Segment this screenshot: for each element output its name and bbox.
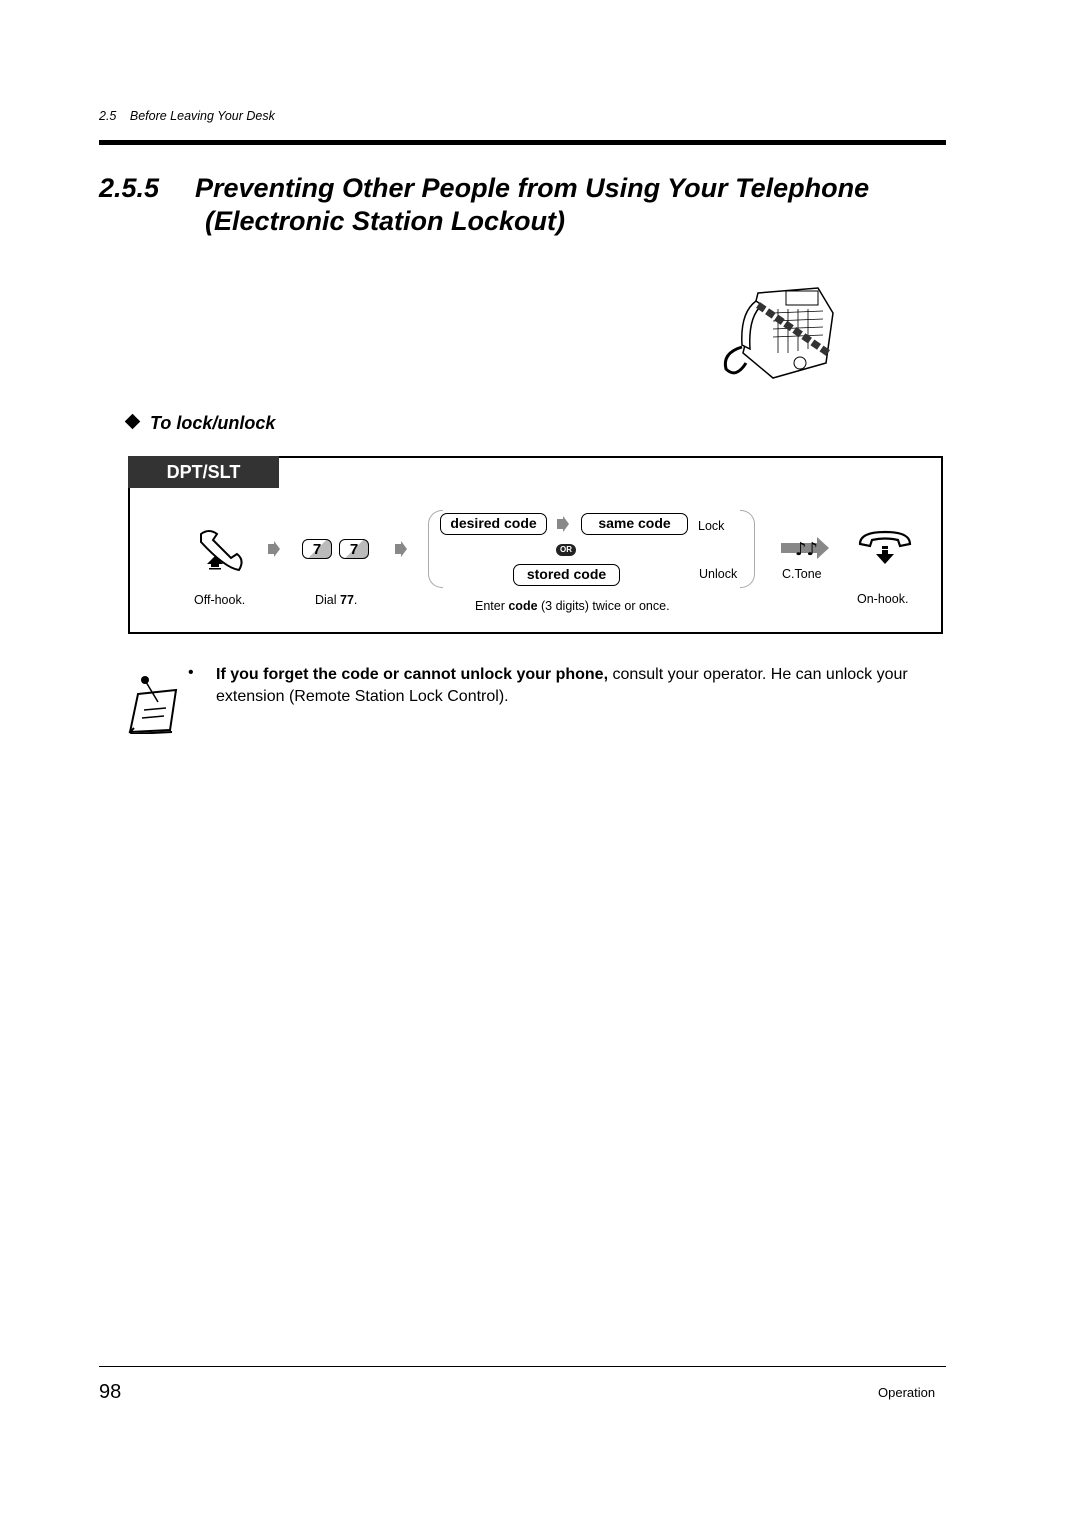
footer-rule [99,1366,946,1367]
step-caption-enter-code: Enter code (3 digits) twice or once. [475,599,670,613]
title-number: 2.5.5 [99,173,160,203]
running-header: 2.5 Before Leaving Your Desk [99,109,275,123]
desired-code-key: desired code [440,513,547,535]
lock-label: Lock [698,519,725,533]
running-header-title: Before Leaving Your Desk [129,109,275,123]
footer-section: Operation [878,1385,936,1400]
same-code-key: same code [581,513,688,535]
c-tone-label: C.Tone [782,567,822,581]
title-line1: Preventing Other People from Using Your … [195,173,870,203]
on-hook-handset-icon [858,530,912,564]
note-text: If you forget the code or cannot unlock … [216,664,936,708]
running-header-number: 2.5 [99,109,117,123]
subheading: To lock/unlock [124,413,276,434]
step-caption-dial: Dial 77. [315,593,358,607]
arrow-right-icon [395,541,407,557]
subheading-text: To lock/unlock [150,413,276,433]
step-caption-on-hook: On-hook. [857,592,909,606]
arrow-right-icon [557,516,569,532]
unlock-label: Unlock [699,567,738,581]
step-caption-off-hook: Off-hook. [194,593,246,607]
note-bullet: • [188,664,194,681]
svg-text:♪♪: ♪♪ [795,539,818,560]
or-badge: OR [556,544,576,556]
header-rule [99,140,946,145]
page-title: 2.5.5 Preventing Other People from Using … [99,172,869,238]
off-hook-handset-icon [200,530,243,572]
locked-telephone-icon [723,287,834,379]
stored-code-key: stored code [513,564,620,586]
dial-key-7: 7 [302,539,332,559]
diamond-bullet-icon [124,413,141,430]
note-bold-text: If you forget the code or cannot unlock … [216,666,609,683]
arrow-right-icon [268,541,280,557]
dial-key-7: 7 [339,539,369,559]
confirmation-tone-icon: ♪♪ [781,537,829,560]
procedure-tab: DPT/SLT [128,456,279,488]
title-line2: (Electronic Station Lockout) [205,206,566,236]
note-pad-icon [128,676,178,734]
page-number: 98 [99,1381,122,1403]
group-bracket-right [740,510,755,588]
